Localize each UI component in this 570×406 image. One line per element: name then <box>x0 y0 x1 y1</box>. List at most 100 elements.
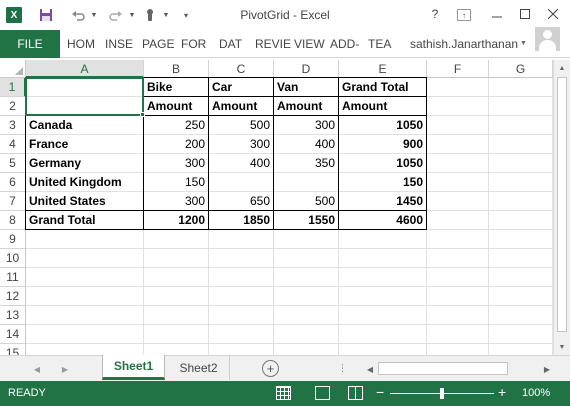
cell-a4[interactable]: France <box>26 135 144 154</box>
cell-d5[interactable]: 350 <box>274 154 339 173</box>
sheet-tab-sheet2[interactable]: Sheet2 <box>168 355 230 380</box>
cell-a9[interactable] <box>26 230 144 249</box>
row-header-5[interactable]: 5 <box>0 154 26 173</box>
cell-c2[interactable]: Amount <box>209 97 274 116</box>
zoom-in-button[interactable]: + <box>498 384 506 400</box>
row-header-9[interactable]: 9 <box>0 230 26 249</box>
cell-f9[interactable] <box>427 230 489 249</box>
cell-a6[interactable]: United Kingdom <box>26 173 144 192</box>
zoom-out-button[interactable]: − <box>376 384 384 400</box>
cell-c6[interactable] <box>209 173 274 192</box>
redo-dropdown-icon[interactable]: ▼ <box>124 7 140 23</box>
horizontal-scroll-thumb[interactable] <box>378 362 508 375</box>
cell-b8[interactable]: 1200 <box>144 211 209 230</box>
cell-f1[interactable] <box>427 78 489 97</box>
cell-f7[interactable] <box>427 192 489 211</box>
cell-f8[interactable] <box>427 211 489 230</box>
cell-e3[interactable]: 1050 <box>339 116 427 135</box>
column-header-c[interactable]: C <box>209 60 274 78</box>
cell-f10[interactable] <box>427 249 489 268</box>
row-header-6[interactable]: 6 <box>0 173 26 192</box>
cell-b13[interactable] <box>144 306 209 325</box>
close-icon[interactable] <box>543 5 563 23</box>
row-header-1[interactable]: 1 <box>0 78 26 97</box>
cell-a14[interactable] <box>26 325 144 344</box>
prev-sheet-icon[interactable]: ◀ <box>30 362 44 376</box>
cell-d2[interactable]: Amount <box>274 97 339 116</box>
cell-d4[interactable]: 400 <box>274 135 339 154</box>
cell-g9[interactable] <box>489 230 553 249</box>
scroll-right-icon[interactable]: ▶ <box>540 362 554 376</box>
cell-g13[interactable] <box>489 306 553 325</box>
zoom-slider-thumb[interactable] <box>440 388 444 399</box>
cell-d12[interactable] <box>274 287 339 306</box>
cell-c11[interactable] <box>209 268 274 287</box>
cell-d1[interactable]: Van <box>274 78 339 97</box>
cell-a13[interactable] <box>26 306 144 325</box>
cell-c4[interactable]: 300 <box>209 135 274 154</box>
cell-g2[interactable] <box>489 97 553 116</box>
page-layout-view-icon[interactable] <box>315 386 330 400</box>
cell-a1[interactable] <box>26 78 144 97</box>
file-tab[interactable]: FILE <box>0 30 60 58</box>
cell-f5[interactable] <box>427 154 489 173</box>
cell-c12[interactable] <box>209 287 274 306</box>
cell-f3[interactable] <box>427 116 489 135</box>
touch-dropdown-icon[interactable]: ▼ <box>158 7 174 23</box>
cell-g8[interactable] <box>489 211 553 230</box>
cell-c1[interactable]: Car <box>209 78 274 97</box>
scroll-left-icon[interactable]: ◀ <box>363 362 377 376</box>
tab-split-handle-icon[interactable]: ⋮ <box>338 363 347 374</box>
tab-review[interactable]: REVIE <box>255 30 291 58</box>
fill-handle[interactable] <box>140 112 145 117</box>
tab-data[interactable]: DAT <box>219 30 242 58</box>
column-header-e[interactable]: E <box>339 60 427 78</box>
cell-f13[interactable] <box>427 306 489 325</box>
next-sheet-icon[interactable]: ▶ <box>58 362 72 376</box>
row-header-4[interactable]: 4 <box>0 135 26 154</box>
cell-e5[interactable]: 1050 <box>339 154 427 173</box>
row-header-3[interactable]: 3 <box>0 116 26 135</box>
cell-d8[interactable]: 1550 <box>274 211 339 230</box>
select-all-corner[interactable] <box>0 60 26 78</box>
customize-qat-icon[interactable]: ▾ <box>178 7 194 23</box>
cell-g14[interactable] <box>489 325 553 344</box>
cell-e7[interactable]: 1450 <box>339 192 427 211</box>
ribbon-display-options-icon[interactable]: ↑ <box>457 9 471 21</box>
cell-e14[interactable] <box>339 325 427 344</box>
cell-e10[interactable] <box>339 249 427 268</box>
cell-b6[interactable]: 150 <box>144 173 209 192</box>
cell-d6[interactable] <box>274 173 339 192</box>
tab-add-ins[interactable]: ADD- <box>330 30 359 58</box>
column-header-d[interactable]: D <box>274 60 339 78</box>
cell-d9[interactable] <box>274 230 339 249</box>
cell-e8[interactable]: 4600 <box>339 211 427 230</box>
row-header-12[interactable]: 12 <box>0 287 26 306</box>
cell-c7[interactable]: 650 <box>209 192 274 211</box>
cell-d13[interactable] <box>274 306 339 325</box>
vertical-scroll-thumb[interactable] <box>557 77 567 332</box>
cell-g4[interactable] <box>489 135 553 154</box>
avatar[interactable] <box>535 27 560 51</box>
page-break-view-icon[interactable] <box>348 386 363 400</box>
scroll-up-icon[interactable]: ▲ <box>554 60 570 76</box>
vertical-scrollbar[interactable]: ▲ ▼ <box>553 60 570 355</box>
cell-d11[interactable] <box>274 268 339 287</box>
save-icon[interactable] <box>38 7 54 23</box>
cell-b9[interactable] <box>144 230 209 249</box>
cell-d10[interactable] <box>274 249 339 268</box>
cell-d3[interactable]: 300 <box>274 116 339 135</box>
cell-f2[interactable] <box>427 97 489 116</box>
cell-g3[interactable] <box>489 116 553 135</box>
cell-g11[interactable] <box>489 268 553 287</box>
excel-icon[interactable]: X <box>6 7 22 23</box>
cell-f6[interactable] <box>427 173 489 192</box>
cell-g5[interactable] <box>489 154 553 173</box>
cell-c10[interactable] <box>209 249 274 268</box>
maximize-icon[interactable] <box>515 5 535 23</box>
tab-team[interactable]: TEA <box>368 30 391 58</box>
add-sheet-icon[interactable]: + <box>262 360 279 377</box>
cell-a10[interactable] <box>26 249 144 268</box>
zoom-level[interactable]: 100% <box>522 387 550 399</box>
cell-b3[interactable]: 250 <box>144 116 209 135</box>
